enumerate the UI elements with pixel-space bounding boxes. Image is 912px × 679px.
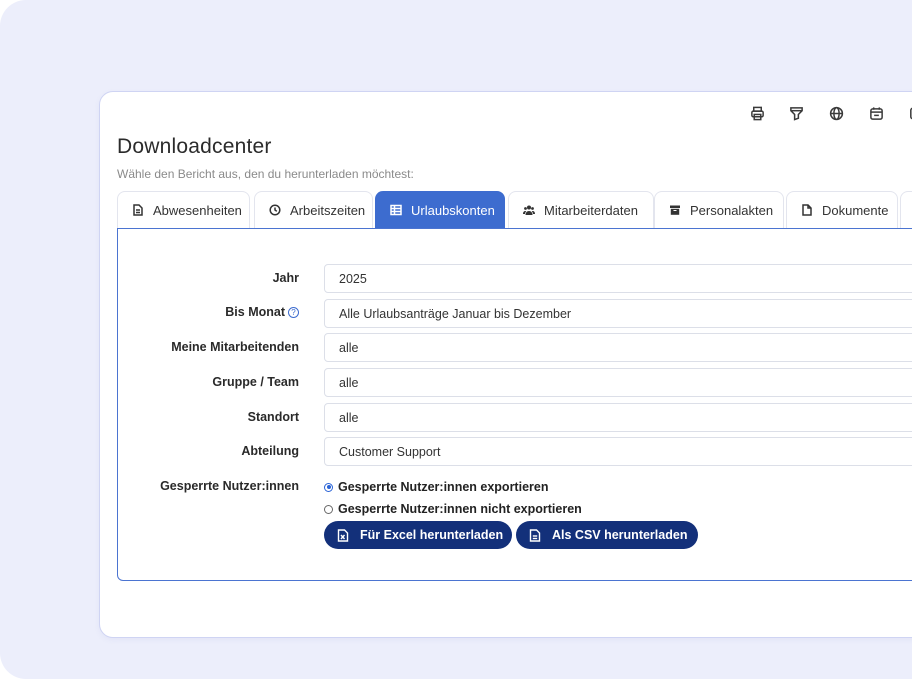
radio-label: Gesperrte Nutzer:innen exportieren: [338, 480, 549, 494]
tab-label: Dokumente: [822, 202, 889, 218]
tab-urlaubskonten[interactable]: Urlaubskonten: [375, 191, 505, 228]
month-label: Bis Monat?: [225, 305, 299, 319]
tab-label: Mitarbeiterdaten: [544, 202, 638, 218]
report-panel: Jahr Bis Monat? Meine Mitarbeitenden Gru…: [117, 228, 912, 581]
clock-icon: [268, 203, 282, 217]
more-icon[interactable]: [906, 104, 912, 122]
excel-download-button[interactable]: Für Excel herunterladen: [324, 521, 512, 549]
button-label: Als CSV herunterladen: [552, 528, 688, 542]
group-label: Gruppe / Team: [212, 375, 299, 389]
tab-label: Personalakten: [690, 202, 774, 218]
calendar-icon[interactable]: [867, 104, 885, 122]
month-label-text: Bis Monat: [225, 305, 285, 319]
employees-select[interactable]: alle: [324, 333, 912, 362]
location-label: Standort: [247, 410, 299, 424]
year-label: Jahr: [272, 271, 299, 285]
radio-button-selected[interactable]: [324, 482, 333, 492]
tab-more[interactable]: [900, 191, 912, 228]
app-window: Downloadcenter Wähle den Bericht aus, de…: [99, 91, 912, 638]
funnel-icon[interactable]: [787, 104, 805, 122]
tab-dokumente[interactable]: Dokumente: [786, 191, 898, 228]
page-background: Downloadcenter Wähle den Bericht aus, de…: [0, 0, 912, 679]
help-icon[interactable]: ?: [288, 307, 299, 318]
tab-abwesenheiten[interactable]: Abwesenheiten: [117, 191, 250, 228]
print-icon[interactable]: [748, 104, 766, 122]
globe-icon[interactable]: [827, 104, 845, 122]
page-title: Downloadcenter: [117, 135, 272, 158]
file-icon: [800, 203, 814, 217]
users-icon: [522, 203, 536, 217]
excel-file-icon: [336, 528, 350, 542]
tab-arbeitszeiten[interactable]: Arbeitszeiten: [254, 191, 373, 228]
group-select[interactable]: alle: [324, 368, 912, 397]
archive-icon: [668, 203, 682, 217]
department-label: Abteilung: [241, 444, 299, 458]
location-select[interactable]: alle: [324, 403, 912, 432]
blocked-users-label: Gesperrte Nutzer:innen: [160, 479, 299, 493]
form-labels: Jahr Bis Monat? Meine Mitarbeitenden Gru…: [118, 229, 299, 580]
radio-label: Gesperrte Nutzer:innen nicht exportieren: [338, 502, 582, 516]
department-select[interactable]: Customer Support: [324, 437, 912, 466]
table-icon: [389, 203, 403, 217]
top-toolbar: [745, 104, 912, 124]
radio-export-blocked[interactable]: Gesperrte Nutzer:innen exportieren: [324, 480, 548, 494]
tab-mitarbeiterdaten[interactable]: Mitarbeiterdaten: [508, 191, 654, 228]
page-subtitle: Wähle den Bericht aus, den du herunterla…: [117, 167, 414, 181]
csv-download-button[interactable]: Als CSV herunterladen: [516, 521, 698, 549]
tab-label: Arbeitszeiten: [290, 202, 366, 218]
tab-label: Urlaubskonten: [411, 202, 495, 218]
year-select[interactable]: 2025: [324, 264, 912, 293]
document-icon: [131, 203, 145, 217]
radio-no-export-blocked[interactable]: Gesperrte Nutzer:innen nicht exportieren: [324, 502, 582, 516]
month-select[interactable]: Alle Urlaubsanträge Januar bis Dezember: [324, 299, 912, 328]
employees-label: Meine Mitarbeitenden: [171, 340, 299, 354]
csv-file-icon: [528, 528, 542, 542]
radio-button[interactable]: [324, 504, 333, 514]
button-label: Für Excel herunterladen: [360, 528, 504, 542]
tab-personalakten[interactable]: Personalakten: [654, 191, 784, 228]
tab-label: Abwesenheiten: [153, 202, 242, 218]
